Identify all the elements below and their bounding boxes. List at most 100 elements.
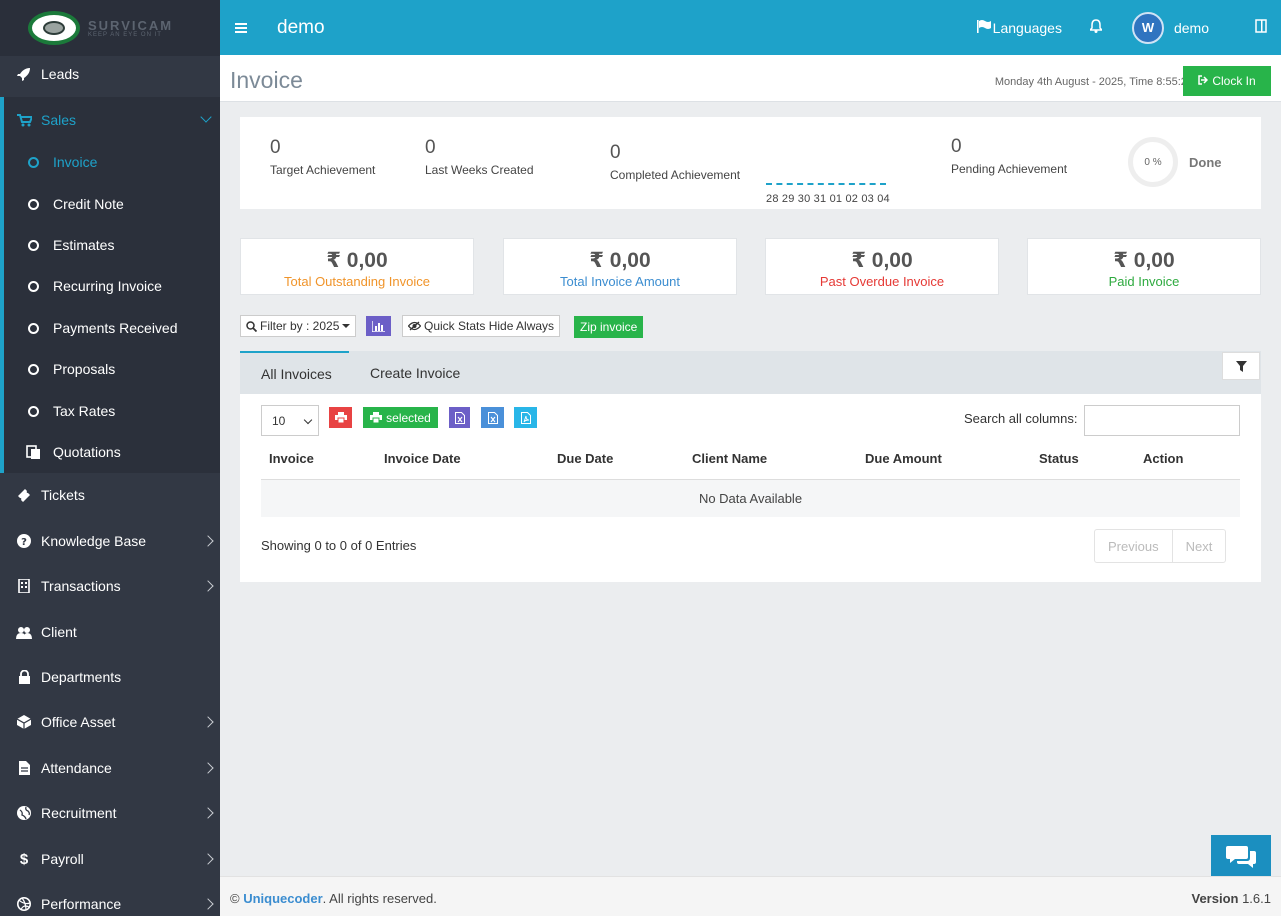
weekly-bar-chart: [766, 183, 886, 185]
sidebar-item-attendance[interactable]: Attendance: [0, 756, 220, 780]
card-caption: Total Outstanding Invoice: [284, 274, 430, 289]
sidebar-item-office-asset[interactable]: Office Asset: [0, 710, 220, 734]
stat-value: 0: [610, 142, 621, 163]
company-link[interactable]: Uniquecoder: [243, 891, 322, 906]
chat-button[interactable]: [1211, 835, 1271, 877]
column-header[interactable]: Due Amount: [865, 451, 942, 466]
brand-name[interactable]: demo: [277, 17, 325, 39]
languages-label: Languages: [992, 19, 1062, 36]
sidebar-sub-recurring-invoice[interactable]: Recurring Invoice: [0, 274, 220, 298]
chevron-right-icon: [202, 762, 214, 774]
chevron-right-icon: [202, 853, 214, 865]
search-icon: [246, 320, 257, 332]
sidebar-item-transactions[interactable]: Transactions: [0, 574, 220, 598]
sidebar-sub-tax-rates[interactable]: Tax Rates: [0, 399, 220, 423]
languages-menu[interactable]: Languages: [976, 19, 1062, 36]
print-button[interactable]: [329, 407, 352, 428]
search-input[interactable]: [1084, 405, 1240, 436]
sidebar-sub-invoice[interactable]: Invoice: [0, 150, 220, 174]
sidebar-sub-credit-note[interactable]: Credit Note: [0, 192, 220, 216]
circle-icon: [28, 280, 39, 292]
avatar[interactable]: W: [1131, 11, 1164, 44]
rocket-icon: [16, 66, 32, 82]
sidebar-item-tickets[interactable]: Tickets: [0, 483, 220, 507]
username[interactable]: demo: [1174, 20, 1209, 36]
column-header[interactable]: Status: [1039, 451, 1079, 466]
users-icon: [16, 624, 32, 640]
sidebar-sub-label: Credit Note: [53, 196, 124, 212]
sidebar-item-payroll[interactable]: $ Payroll: [0, 847, 220, 871]
cart-icon: [16, 112, 32, 128]
column-header[interactable]: Client Name: [692, 451, 767, 466]
column-header[interactable]: Due Date: [557, 451, 613, 466]
circle-icon: [28, 198, 39, 210]
sidebar-item-label: Attendance: [41, 760, 112, 776]
column-header[interactable]: Invoice Date: [384, 451, 461, 466]
sidebar-item-performance[interactable]: Performance: [0, 892, 220, 916]
sidebar-toggle-icon[interactable]: [1255, 19, 1267, 36]
sidebar: SURVICAM KEEP AN EYE ON IT Leads Sales I…: [0, 0, 220, 916]
column-header[interactable]: Invoice: [269, 451, 314, 466]
sidebar-sub-payments-received[interactable]: Payments Received: [0, 316, 220, 340]
stat-value: 0: [951, 136, 962, 157]
sidebar-item-client[interactable]: Client: [0, 620, 220, 644]
sidebar-item-label: Tickets: [41, 487, 85, 503]
sidebar-item-leads[interactable]: Leads: [0, 60, 220, 88]
eye-slash-icon: [408, 321, 421, 331]
cube-icon: [16, 714, 32, 730]
column-header[interactable]: Action: [1143, 451, 1183, 466]
chevron-down-icon: [200, 111, 212, 123]
question-icon: ?: [16, 533, 32, 549]
stat-label: Last Weeks Created: [425, 163, 534, 177]
previous-page-button[interactable]: Previous: [1095, 530, 1172, 562]
sidebar-sub-quotations[interactable]: Quotations: [0, 440, 220, 464]
sidebar-item-knowledge-base[interactable]: ? Knowledge Base: [0, 529, 220, 553]
sidebar-item-recruitment[interactable]: Recruitment: [0, 801, 220, 825]
quick-stats-toggle[interactable]: Quick Stats Hide Always: [402, 315, 561, 337]
sidebar-sub-proposals[interactable]: Proposals: [0, 357, 220, 381]
next-page-button[interactable]: Next: [1171, 530, 1226, 562]
excel-export-button[interactable]: [449, 407, 470, 428]
page-length-select[interactable]: 10: [261, 405, 319, 436]
bell-icon[interactable]: [1088, 19, 1104, 36]
card-paid-invoice[interactable]: ₹ 0,00 Paid Invoice: [1027, 238, 1261, 295]
filter-year-dropdown[interactable]: Filter by : 2025: [240, 315, 357, 337]
card-value: ₹ 0,00: [326, 249, 388, 272]
sidebar-sub-label: Recurring Invoice: [53, 278, 162, 294]
card-past-overdue[interactable]: ₹ 0,00 Past Overdue Invoice: [765, 238, 999, 295]
top-navbar: demo Languages W demo: [220, 0, 1281, 55]
empty-table-message: No Data Available: [261, 480, 1240, 517]
logo-tagline: KEEP AN EYE ON IT: [88, 31, 162, 38]
sidebar-item-sales[interactable]: Sales: [0, 106, 220, 134]
invoice-tabs: All Invoices Create Invoice: [240, 351, 1261, 394]
filter-button[interactable]: [1222, 352, 1260, 380]
zip-invoice-button[interactable]: Zip invoice: [574, 316, 644, 338]
pagination: Previous Next: [1094, 529, 1227, 563]
chevron-down-icon: [303, 415, 313, 425]
file-excel-icon: [487, 411, 498, 424]
chart-toggle-button[interactable]: [366, 316, 391, 336]
search-label: Search all columns:: [964, 411, 1078, 426]
tab-create-invoice[interactable]: Create Invoice: [370, 351, 460, 394]
print-icon: [334, 412, 347, 423]
print-selected-button[interactable]: selected: [363, 407, 438, 428]
logo[interactable]: SURVICAM KEEP AN EYE ON IT: [0, 0, 220, 56]
tab-all-invoices[interactable]: All Invoices: [240, 351, 349, 394]
chat-icon: [1226, 844, 1256, 868]
sidebar-sub-label: Tax Rates: [53, 403, 116, 419]
csv-export-button[interactable]: [481, 407, 504, 428]
circle-icon: [28, 322, 39, 334]
pdf-export-button[interactable]: [514, 407, 537, 428]
sidebar-sub-estimates[interactable]: Estimates: [0, 233, 220, 257]
sidebar-item-label: Knowledge Base: [41, 533, 147, 549]
file-excel-icon: [454, 411, 465, 424]
sidebar-sub-label: Quotations: [53, 444, 121, 460]
sidebar-sub-label: Payments Received: [53, 320, 178, 336]
hamburger-menu-icon[interactable]: [235, 22, 247, 33]
card-total-invoice-amount[interactable]: ₹ 0,00 Total Invoice Amount: [503, 238, 737, 295]
clock-in-button[interactable]: Clock In: [1183, 66, 1271, 96]
card-total-outstanding[interactable]: ₹ 0,00 Total Outstanding Invoice: [240, 238, 474, 295]
sidebar-item-label: Recruitment: [41, 805, 117, 821]
sidebar-item-departments[interactable]: Departments: [0, 665, 220, 689]
file-icon: [16, 760, 32, 776]
